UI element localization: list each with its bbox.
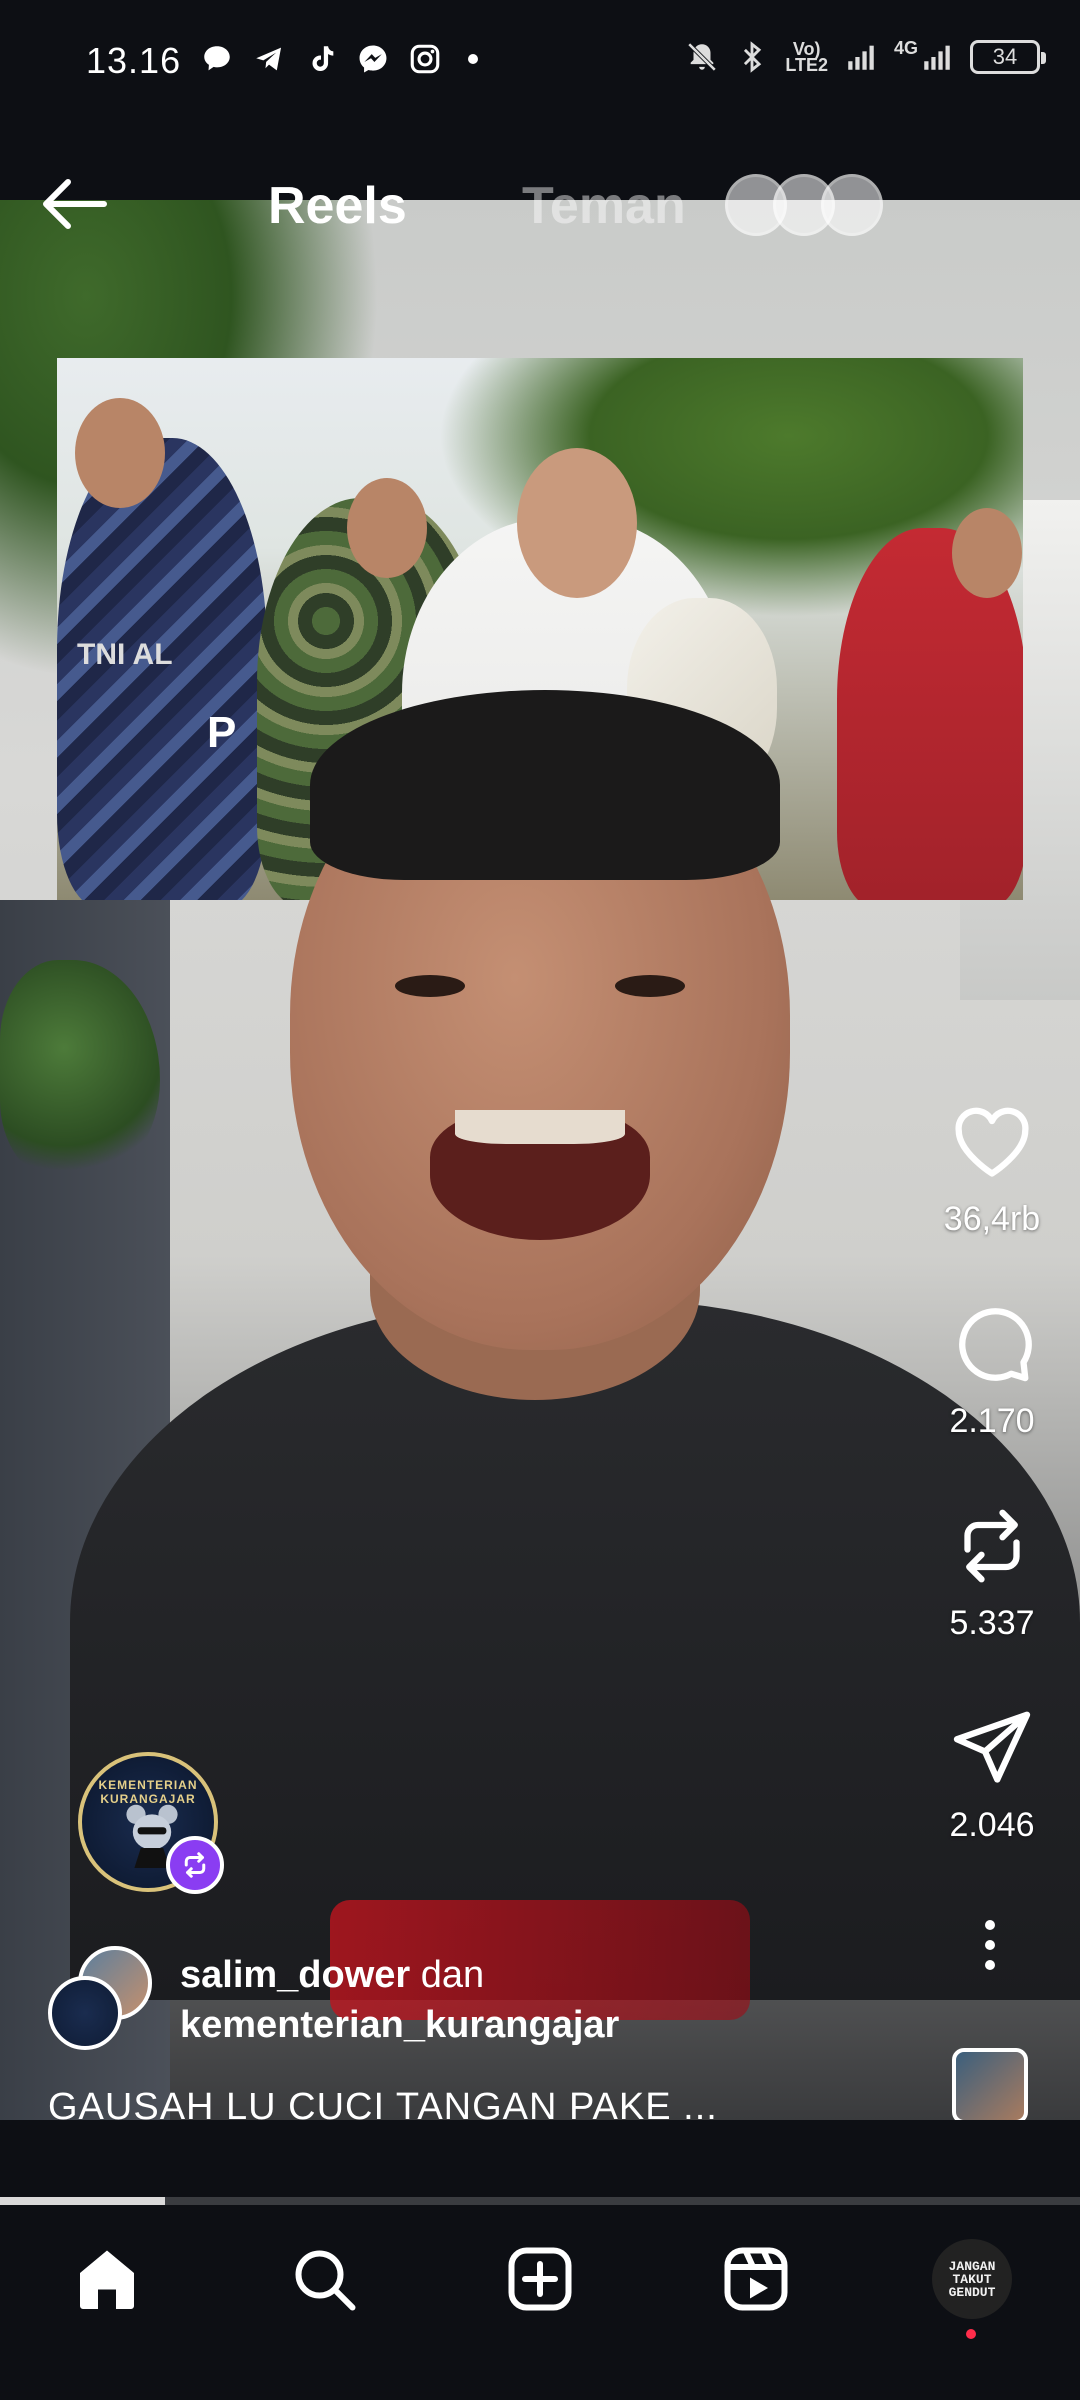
like-action[interactable]: 36,4rb — [922, 1100, 1062, 1239]
speaker-eye-left — [395, 975, 465, 997]
comment-icon[interactable] — [950, 1302, 1034, 1386]
speaker-hair — [310, 690, 780, 880]
heart-icon[interactable] — [950, 1100, 1034, 1184]
share-action[interactable]: 2.046 — [922, 1706, 1062, 1845]
send-icon[interactable] — [950, 1706, 1034, 1790]
repost-icon[interactable] — [950, 1504, 1034, 1588]
repost-action[interactable]: 5.337 — [922, 1504, 1062, 1643]
inset-face — [75, 398, 165, 508]
video-progress-fill — [0, 2197, 166, 2205]
remix-arrows-icon — [184, 1852, 206, 1878]
status-time: 13.16 — [86, 40, 182, 81]
back-arrow-icon[interactable] — [36, 174, 108, 234]
system-icons: Vo) LTE2 4G 34 — [685, 39, 1046, 75]
friends-avatars[interactable] — [725, 174, 895, 236]
create-icon[interactable] — [504, 2243, 576, 2315]
speaker-teeth — [455, 1110, 625, 1144]
profile-avatar[interactable]: JANGAN TAKUT GENDUT — [932, 2239, 1012, 2319]
video-progress-bar[interactable] — [0, 2197, 1080, 2205]
instagram-icon — [410, 44, 440, 74]
gesture-bar-area — [0, 2355, 1080, 2400]
comment-count: 2.170 — [949, 1402, 1035, 1440]
inset-face — [517, 448, 637, 598]
dot — [985, 1940, 995, 1950]
4g-signal-icon: 4G — [894, 39, 954, 74]
inset-label-tni: TNI AL — [77, 638, 173, 671]
collab-usernames: salim_dower dan kementerian_kurangajar — [180, 1950, 619, 2050]
bottom-navigation: JANGAN TAKUT GENDUT — [0, 2205, 1080, 2355]
comment-action[interactable]: 2.170 — [922, 1302, 1062, 1441]
inset-face — [952, 508, 1022, 598]
repost-count: 5.337 — [949, 1604, 1035, 1642]
like-count: 36,4rb — [943, 1200, 1041, 1238]
mute-bell-icon — [688, 42, 717, 72]
notification-dot — [966, 2329, 976, 2339]
notification-icons — [200, 42, 478, 76]
more-notifications-dot — [468, 54, 478, 64]
status-bar: 13.16 Vo) LTE2 4G 34 — [0, 0, 1080, 125]
chat-bubble-icon — [204, 46, 230, 71]
battery-indicator: 34 — [970, 40, 1046, 74]
username-kementerian-kurangajar[interactable]: kementerian_kurangajar — [180, 2000, 619, 2050]
tab-teman[interactable]: Teman — [522, 176, 686, 236]
remix-icon — [166, 1836, 224, 1894]
avatar-kementerian-kurangajar[interactable] — [48, 1976, 122, 2050]
reels-icon[interactable] — [720, 2243, 792, 2315]
signal-icon — [848, 45, 874, 70]
tiktok-icon — [312, 46, 334, 72]
username-salim-dower[interactable]: salim_dower — [180, 1954, 410, 1996]
search-icon[interactable] — [288, 2243, 360, 2315]
bluetooth-icon — [744, 41, 762, 73]
messenger-icon — [359, 45, 387, 73]
more-options-icon[interactable] — [978, 1920, 1002, 1980]
dot — [985, 1920, 995, 1930]
battery-level: 34 — [992, 44, 1018, 69]
tab-reels[interactable]: Reels — [268, 176, 407, 236]
4g-bars-icon — [924, 45, 950, 70]
home-icon[interactable] — [71, 2243, 143, 2315]
inset-label-p: P — [207, 708, 237, 757]
telegram-icon — [256, 47, 282, 71]
share-count: 2.046 — [949, 1806, 1035, 1844]
inset-face — [347, 478, 427, 578]
collab-avatars[interactable] — [48, 1946, 158, 2050]
volte-icon: Vo) LTE2 — [785, 39, 828, 75]
username-joiner: dan — [420, 1954, 485, 1996]
reels-header: Reels Teman — [0, 160, 1080, 250]
caption-band — [0, 2120, 1080, 2200]
audio-thumbnail[interactable] — [952, 2048, 1028, 2124]
speaker-eye-right — [615, 975, 685, 997]
dot — [985, 1960, 995, 1970]
profile-avatar-text: JANGAN TAKUT GENDUT — [948, 2258, 996, 2300]
friend-avatar — [821, 174, 883, 236]
